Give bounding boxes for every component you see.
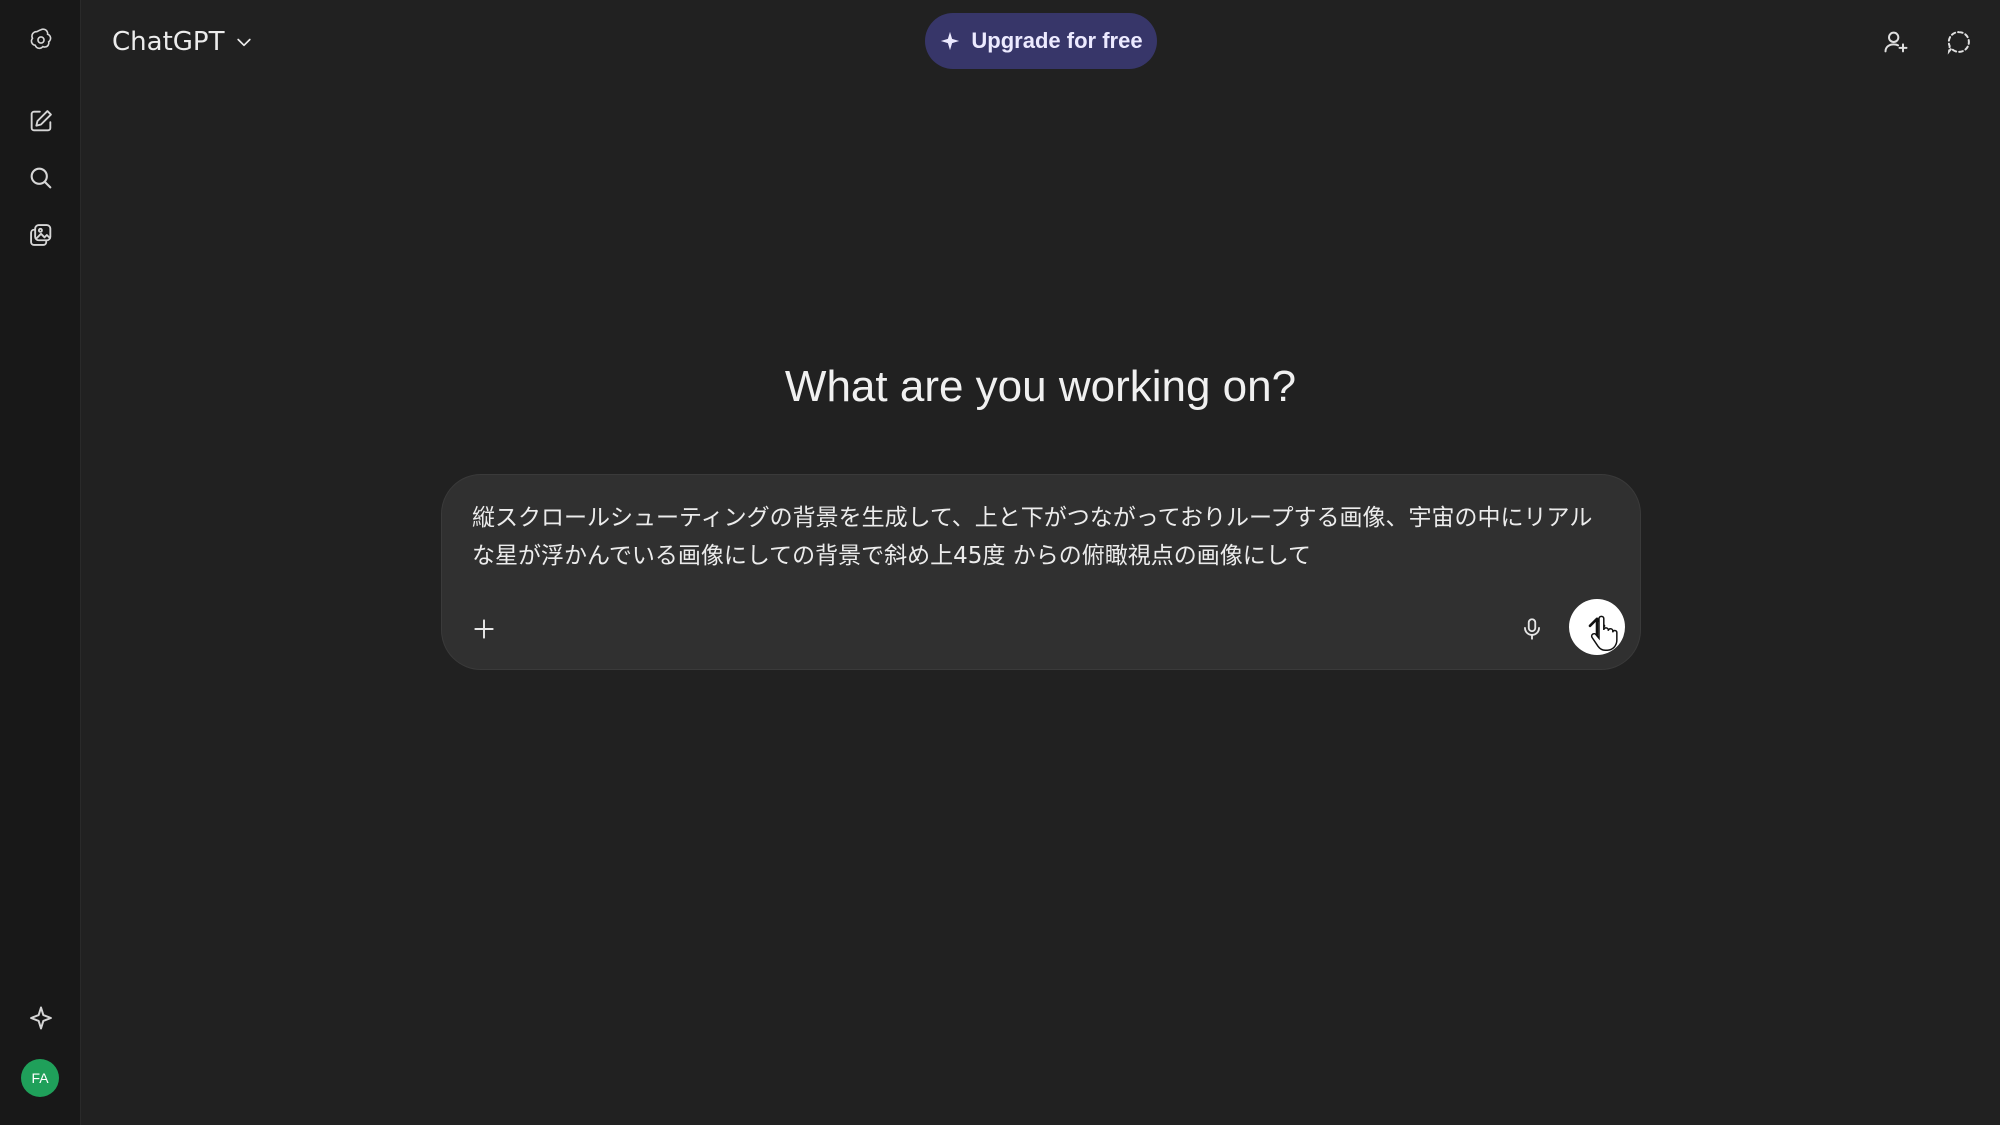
prompt-composer: 縦スクロールシューティングの背景を生成して、上と下がつながっておりループする画像… xyxy=(441,474,1641,670)
plus-icon[interactable] xyxy=(462,607,506,651)
hand-cursor-icon xyxy=(1590,615,1618,651)
add-person-icon[interactable] xyxy=(1874,20,1918,64)
search-icon[interactable] xyxy=(20,157,62,199)
microphone-icon[interactable] xyxy=(1510,607,1554,651)
openai-logo-icon[interactable] xyxy=(20,19,62,61)
temporary-chat-icon[interactable] xyxy=(1937,20,1981,64)
upgrade-label: Upgrade for free xyxy=(971,28,1143,53)
sidebar-rail: FA xyxy=(0,0,81,1125)
sparkle-icon[interactable] xyxy=(20,997,62,1039)
upgrade-button[interactable]: Upgrade for free xyxy=(925,13,1157,69)
user-avatar[interactable]: FA xyxy=(21,1059,59,1097)
chevron-down-icon xyxy=(237,38,252,47)
new-chat-icon[interactable] xyxy=(20,100,62,142)
page-headline: What are you working on? xyxy=(784,362,1297,411)
model-switcher[interactable]: ChatGPT xyxy=(106,20,260,64)
sparkle-icon xyxy=(941,31,960,51)
prompt-input[interactable]: 縦スクロールシューティングの背景を生成して、上と下がつながっておりループする画像… xyxy=(472,499,1612,575)
library-icon[interactable] xyxy=(20,214,62,256)
model-label: ChatGPT xyxy=(112,27,225,57)
app-window: FA ChatGPT Upgrade for free What are you… xyxy=(0,0,2000,1125)
